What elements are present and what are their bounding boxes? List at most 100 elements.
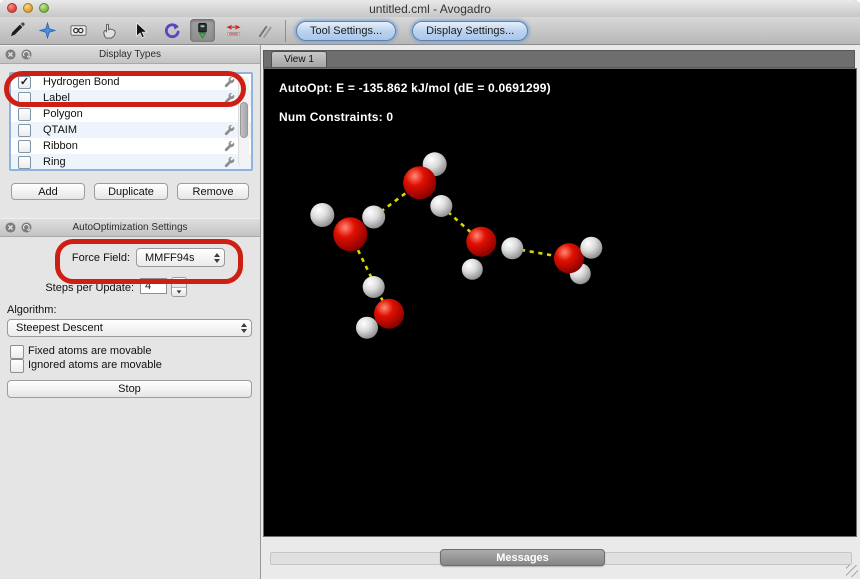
spinner-up-icon[interactable] (172, 278, 186, 288)
wrench-icon[interactable] (224, 77, 235, 88)
autoopt-energy-readout: AutoOpt: E = -135.862 kJ/mol (dE = 0.069… (279, 81, 551, 95)
main-area: View 1 AutoOpt: E = -135.862 kJ/mol (dE … (261, 45, 860, 579)
window-title: untitled.cml - Avogadro (0, 2, 860, 16)
display-type-row[interactable]: Ribbon (11, 138, 251, 154)
display-type-label: Hydrogen Bond (43, 76, 119, 88)
tool-settings-button[interactable]: Tool Settings... (296, 21, 396, 41)
wrench-icon[interactable] (224, 157, 235, 168)
left-dock: Display Types ✓ Hydrogen Bond Label Polygon… (0, 45, 261, 579)
steps-spinner[interactable] (171, 277, 187, 297)
molecule-render[interactable] (264, 69, 856, 536)
close-panel-icon[interactable] (5, 49, 16, 60)
display-type-checkbox[interactable] (18, 108, 31, 121)
steps-per-update-label: Steps per Update: (0, 282, 134, 294)
draw-tool-button[interactable] (4, 19, 29, 42)
display-types-title: Display Types (0, 49, 260, 60)
tool-strip (4, 19, 277, 42)
ignored-atoms-checkbox[interactable] (10, 359, 24, 373)
hydrogen-atom[interactable] (362, 206, 385, 229)
steps-per-update-field[interactable]: 4 (140, 278, 167, 294)
toolbar: Tool Settings... Display Settings... (0, 17, 860, 45)
float-panel-icon[interactable] (21, 222, 32, 233)
force-field-label: Force Field: (0, 252, 130, 264)
bond-centric-manipulate-tool-button[interactable] (159, 19, 184, 42)
oxygen-atom[interactable] (333, 217, 367, 251)
measure-icon (70, 22, 87, 39)
messages-button[interactable]: Messages (440, 549, 605, 566)
navigate-tool-button[interactable] (35, 19, 60, 42)
draw-icon (8, 22, 25, 39)
manipulate-icon (101, 22, 118, 39)
scrollbar-thumb[interactable] (240, 102, 248, 138)
oxygen-atom[interactable] (374, 299, 404, 329)
display-type-label: QTAIM (43, 124, 77, 136)
combo-arrows-icon (214, 253, 220, 263)
oxygen-atom[interactable] (554, 243, 584, 273)
display-type-label: Ring (43, 156, 66, 168)
manipulate-tool-button[interactable] (97, 19, 122, 42)
duplicate-button[interactable]: Duplicate (94, 183, 168, 200)
display-type-row[interactable]: ✓ Hydrogen Bond (11, 74, 251, 90)
display-type-checkbox[interactable] (18, 124, 31, 137)
display-type-row[interactable]: Polygon (11, 106, 251, 122)
fixed-atoms-checkbox[interactable] (10, 345, 24, 359)
select-tool-button[interactable] (128, 19, 153, 42)
hydrogen-atom[interactable] (501, 237, 523, 259)
auto-optimize-icon (194, 22, 211, 39)
auto-rotate-icon (256, 22, 273, 39)
hydrogen-atom[interactable] (580, 237, 602, 259)
tab-view-1[interactable]: View 1 (271, 51, 327, 67)
fixed-atoms-label: Fixed atoms are movable (28, 345, 152, 357)
hydrogen-atom[interactable] (363, 276, 385, 298)
bond-centric-manipulate-icon (163, 22, 180, 39)
avogadro-window: untitled.cml - Avogadro Tool Settings...… (0, 0, 860, 579)
view-tab-bar: View 1 (263, 50, 855, 68)
align-icon (225, 22, 242, 39)
display-type-row[interactable]: Label (11, 90, 251, 106)
display-type-row[interactable]: Ring (11, 154, 251, 170)
resize-grip-icon[interactable] (846, 565, 858, 577)
display-type-row[interactable]: QTAIM (11, 122, 251, 138)
display-types-list: ✓ Hydrogen Bond Label Polygon QTAIM Ribbon Rin… (9, 72, 253, 171)
spinner-down-icon[interactable] (172, 288, 186, 297)
hydrogen-atom[interactable] (310, 203, 334, 227)
display-type-label: Label (43, 92, 70, 104)
list-scrollbar[interactable] (238, 76, 249, 167)
3d-viewport[interactable]: AutoOpt: E = -135.862 kJ/mol (dE = 0.069… (263, 68, 857, 537)
hydrogen-atom[interactable] (462, 259, 483, 280)
oxygen-atom[interactable] (403, 166, 436, 199)
toolbar-separator (285, 20, 286, 42)
oxygen-atom[interactable] (466, 227, 496, 257)
add-button[interactable]: Add (11, 183, 85, 200)
select-icon (132, 22, 149, 39)
auto-optimize-tool-button[interactable] (190, 19, 215, 42)
auto-rotate-tool-button[interactable] (252, 19, 277, 42)
hydrogen-atom[interactable] (356, 317, 378, 339)
wrench-icon[interactable] (224, 93, 235, 104)
num-constraints-readout: Num Constraints: 0 (279, 110, 393, 124)
algorithm-combobox[interactable]: Steepest Descent (7, 319, 252, 337)
force-field-combobox[interactable]: MMFF94s (136, 248, 225, 267)
title-bar: untitled.cml - Avogadro (0, 0, 860, 18)
wrench-icon[interactable] (224, 141, 235, 152)
wrench-icon[interactable] (224, 125, 235, 136)
autoopt-title: AutoOptimization Settings (0, 222, 260, 233)
remove-button[interactable]: Remove (177, 183, 249, 200)
combo-arrows-icon (241, 323, 247, 333)
ignored-atoms-label: Ignored atoms are movable (28, 359, 162, 371)
measure-tool-button[interactable] (66, 19, 91, 42)
display-type-checkbox[interactable] (18, 92, 31, 105)
display-types-header: Display Types (0, 45, 260, 64)
autoopt-header: AutoOptimization Settings (0, 218, 260, 237)
float-panel-icon[interactable] (21, 49, 32, 60)
display-settings-button[interactable]: Display Settings... (412, 21, 528, 41)
hydrogen-atom[interactable] (430, 195, 452, 217)
navigate-icon (39, 22, 56, 39)
close-panel-icon[interactable] (5, 222, 16, 233)
display-type-checkbox[interactable] (18, 140, 31, 153)
display-type-checkbox[interactable] (18, 156, 31, 169)
stop-button[interactable]: Stop (7, 380, 252, 398)
align-tool-button[interactable] (221, 19, 246, 42)
algorithm-value: Steepest Descent (16, 322, 103, 334)
display-type-checkbox[interactable]: ✓ (18, 76, 31, 89)
